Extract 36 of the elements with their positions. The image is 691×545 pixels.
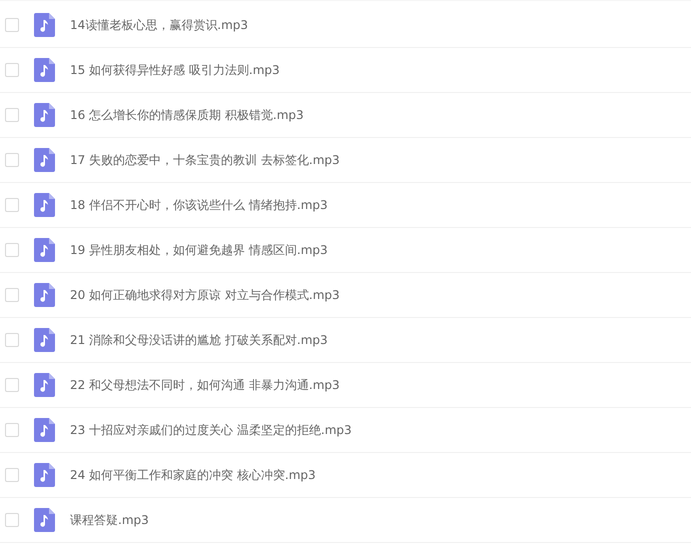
music-file-icon <box>34 13 55 37</box>
checkbox[interactable] <box>5 288 19 302</box>
file-name[interactable]: 23 十招应对亲戚们的过度关心 温柔坚定的拒绝.mp3 <box>70 422 352 438</box>
checkbox[interactable] <box>5 423 19 437</box>
checkbox[interactable] <box>5 18 19 32</box>
file-name[interactable]: 21 消除和父母没话讲的尴尬 打破关系配对.mp3 <box>70 332 328 348</box>
music-file-icon <box>34 58 55 82</box>
checkbox[interactable] <box>5 63 19 77</box>
file-name[interactable]: 17 失败的恋爱中，十条宝贵的教训 去标签化.mp3 <box>70 152 340 168</box>
checkbox[interactable] <box>5 468 19 482</box>
file-name[interactable]: 24 如何平衡工作和家庭的冲突 核心冲突.mp3 <box>70 466 316 484</box>
music-file-icon <box>34 418 55 442</box>
file-name[interactable]: 课程答疑.mp3 <box>70 512 149 528</box>
music-file-icon <box>34 238 55 262</box>
file-name[interactable]: 16 怎么增长你的情感保质期 积极错觉.mp3 <box>70 106 304 124</box>
file-name[interactable]: 14读懂老板心思，赢得赏识.mp3 <box>70 16 248 34</box>
checkbox[interactable] <box>5 153 19 167</box>
file-name[interactable]: 20 如何正确地求得对方原谅 对立与合作模式.mp3 <box>70 286 340 304</box>
music-file-icon <box>34 328 55 352</box>
music-file-icon <box>34 508 55 532</box>
music-file-icon <box>34 283 55 307</box>
checkbox[interactable] <box>5 243 19 257</box>
checkbox[interactable] <box>5 198 19 212</box>
checkbox[interactable] <box>5 513 19 527</box>
file-name[interactable]: 15 如何获得异性好感 吸引力法则.mp3 <box>70 62 280 78</box>
music-file-icon <box>34 193 55 217</box>
checkbox[interactable] <box>5 108 19 122</box>
file-name[interactable]: 19 异性朋友相处，如何避免越界 情感区间.mp3 <box>70 242 328 258</box>
music-file-icon <box>34 463 55 487</box>
file-name[interactable]: 18 伴侣不开心时，你该说些什么 情绪抱持.mp3 <box>70 196 328 214</box>
music-file-icon <box>34 148 55 172</box>
music-file-icon <box>34 103 55 127</box>
checkbox[interactable] <box>5 333 19 347</box>
file-name[interactable]: 22 和父母想法不同时，如何沟通 非暴力沟通.mp3 <box>70 376 340 394</box>
music-file-icon <box>34 373 55 397</box>
checkbox[interactable] <box>5 378 19 392</box>
